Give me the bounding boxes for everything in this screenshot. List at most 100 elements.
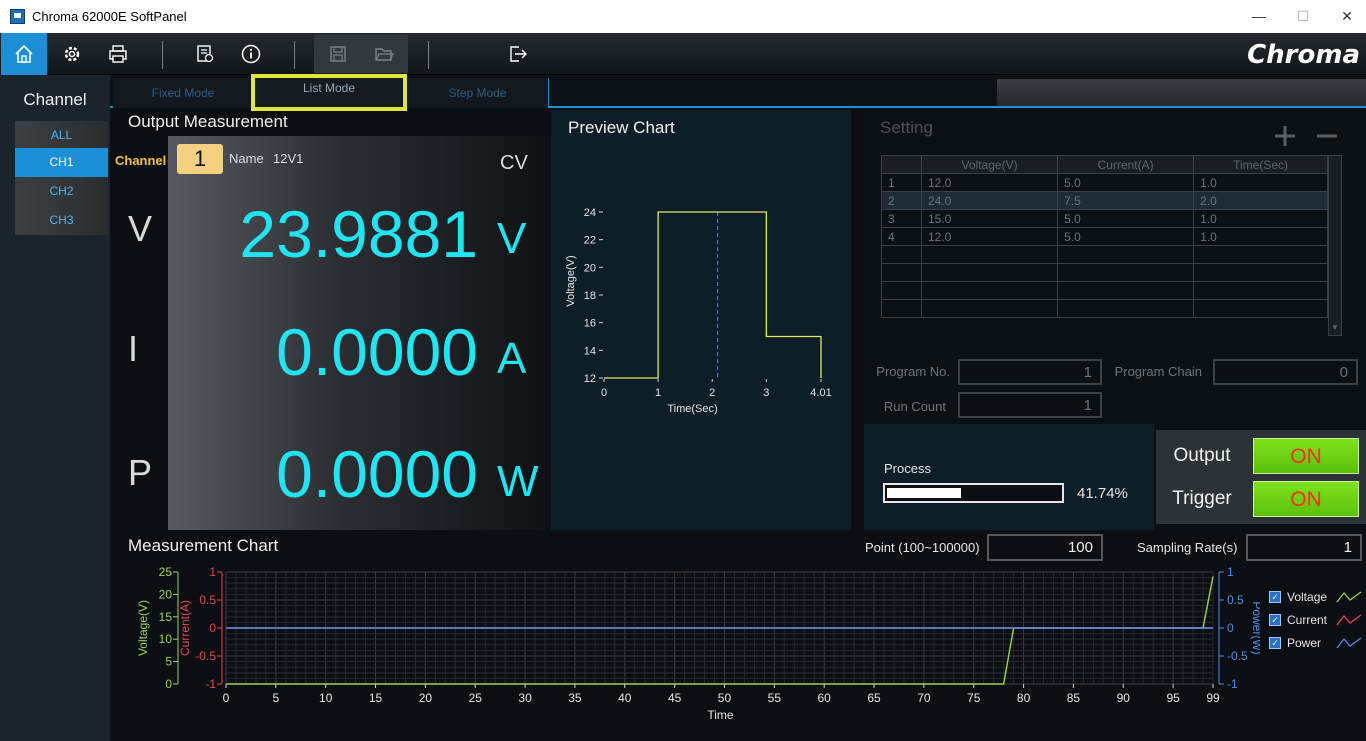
open-folder-icon bbox=[375, 48, 395, 61]
table-cell[interactable]: 3 bbox=[881, 209, 922, 228]
minimize-button[interactable]: — bbox=[1244, 6, 1274, 26]
info-button[interactable] bbox=[228, 33, 274, 75]
table-cell[interactable]: 1.0 bbox=[1193, 227, 1328, 246]
sidebar-item-ch3[interactable]: CH3 bbox=[15, 206, 108, 235]
table-scrollbar[interactable] bbox=[1328, 155, 1342, 336]
exit-icon bbox=[510, 46, 527, 62]
table-cell[interactable]: 1 bbox=[881, 173, 922, 192]
current-checkbox[interactable]: ✓ bbox=[1269, 614, 1281, 626]
table-cell[interactable] bbox=[1193, 245, 1328, 264]
table-cell[interactable]: 1.0 bbox=[1193, 173, 1328, 192]
process-percent: 41.74% bbox=[1077, 485, 1128, 502]
tab-list-mode[interactable]: List Mode bbox=[251, 74, 407, 111]
run-count-label: Run Count bbox=[883, 399, 946, 414]
close-button[interactable]: ✕ bbox=[1332, 6, 1362, 26]
table-cell[interactable]: 5.0 bbox=[1057, 209, 1195, 228]
info-icon bbox=[241, 44, 261, 64]
table-cell[interactable]: 2.0 bbox=[1193, 191, 1328, 210]
x-tick-label: 85 bbox=[1067, 691, 1081, 705]
minus-icon[interactable] bbox=[1315, 124, 1339, 148]
y-tick-label: 0.5 bbox=[199, 593, 216, 607]
scroll-down-icon[interactable]: ▼ bbox=[1331, 323, 1339, 332]
name-label: Name bbox=[229, 151, 264, 166]
sidebar-item-ch1[interactable]: CH1 bbox=[15, 148, 108, 177]
y-tick-label: 14 bbox=[584, 345, 596, 357]
plus-icon[interactable] bbox=[1273, 124, 1297, 148]
channel-label: Channel bbox=[115, 153, 167, 168]
legend-power-label: Power bbox=[1287, 636, 1322, 650]
table-cell[interactable]: 7.5 bbox=[1057, 191, 1195, 210]
table-row[interactable]: 2 24.0 7.5 2.0 bbox=[881, 191, 1328, 210]
open-button[interactable] bbox=[361, 33, 407, 75]
table-cell[interactable]: 1.0 bbox=[1193, 209, 1328, 228]
current-row-label: I bbox=[128, 328, 139, 369]
program-chain-field[interactable]: 0 bbox=[1213, 359, 1358, 385]
x-tick-label: 2 bbox=[709, 387, 715, 399]
program-no-field[interactable]: 1 bbox=[958, 359, 1102, 385]
table-cell[interactable]: 2 bbox=[881, 191, 922, 210]
home-button[interactable] bbox=[1, 33, 47, 75]
output-toggle-button[interactable]: ON bbox=[1253, 438, 1359, 474]
measurement-chart: 0 5 10 15 20 25 30 35 40 45 50 55 60 65 70 75 80 85 90 95 99… bbox=[136, 565, 1260, 722]
table-cell[interactable]: 4 bbox=[881, 227, 922, 246]
x-tick-label: 10 bbox=[319, 691, 333, 705]
table-cell[interactable] bbox=[1057, 263, 1195, 282]
toolbar: Chroma bbox=[0, 33, 1366, 75]
table-row[interactable]: 4 12.0 5.0 1.0 bbox=[881, 227, 1328, 246]
table-row[interactable] bbox=[881, 263, 1328, 282]
sampling-rate-input[interactable]: 1 bbox=[1246, 534, 1362, 561]
table-cell[interactable] bbox=[881, 281, 922, 300]
table-row[interactable]: 1 12.0 5.0 1.0 bbox=[881, 173, 1328, 192]
power-checkbox[interactable]: ✓ bbox=[1269, 637, 1281, 649]
save-button[interactable] bbox=[315, 33, 361, 75]
sidebar-item-all[interactable]: ALL bbox=[15, 121, 108, 150]
x-tick-label: 0 bbox=[601, 387, 607, 399]
maximize-button[interactable]: ☐ bbox=[1288, 6, 1318, 26]
table-cell[interactable]: 5.0 bbox=[1057, 227, 1195, 246]
toolbar-separator bbox=[162, 41, 163, 69]
table-cell[interactable]: 12.0 bbox=[920, 227, 1059, 246]
table-cell[interactable] bbox=[881, 245, 922, 264]
table-cell[interactable] bbox=[1057, 245, 1195, 264]
table-cell[interactable] bbox=[881, 263, 922, 282]
report-button[interactable] bbox=[182, 33, 228, 75]
table-cell[interactable] bbox=[920, 281, 1059, 300]
table-cell[interactable]: 12.0 bbox=[920, 173, 1059, 192]
table-cell[interactable]: 15.0 bbox=[920, 209, 1059, 228]
y-tick-label: 24 bbox=[584, 207, 596, 219]
table-cell[interactable] bbox=[1193, 281, 1328, 300]
table-cell[interactable]: 24.0 bbox=[920, 191, 1059, 210]
table-cell[interactable]: 5.0 bbox=[1057, 173, 1195, 192]
sidebar-item-ch2[interactable]: CH2 bbox=[15, 177, 108, 206]
legend-voltage-label: Voltage bbox=[1287, 590, 1328, 604]
trigger-toggle-button[interactable]: ON bbox=[1253, 481, 1359, 517]
y-tick-label: 1 bbox=[1227, 565, 1234, 579]
x-tick-label: 25 bbox=[469, 691, 483, 705]
print-button[interactable] bbox=[95, 33, 141, 75]
table-cell[interactable] bbox=[920, 299, 1059, 318]
table-row[interactable] bbox=[881, 281, 1328, 300]
table-row[interactable]: 3 15.0 5.0 1.0 bbox=[881, 209, 1328, 228]
voltage-checkbox[interactable]: ✓ bbox=[1269, 591, 1281, 603]
settings-button[interactable] bbox=[49, 33, 95, 75]
table-cell[interactable] bbox=[920, 263, 1059, 282]
x-tick-label: 5 bbox=[273, 691, 280, 705]
y-tick-label: 10 bbox=[159, 632, 173, 646]
table-cell[interactable] bbox=[881, 299, 922, 318]
channel-title: Channel bbox=[23, 90, 87, 109]
table-cell[interactable] bbox=[920, 245, 1059, 264]
y-tick-label: 0 bbox=[165, 677, 172, 691]
point-input[interactable]: 100 bbox=[987, 534, 1103, 561]
run-count-field[interactable]: 1 bbox=[958, 392, 1102, 418]
table-cell[interactable] bbox=[1057, 299, 1195, 318]
exit-button[interactable] bbox=[495, 33, 541, 75]
table-cell[interactable] bbox=[1193, 263, 1328, 282]
table-cell[interactable] bbox=[1193, 299, 1328, 318]
tab-step-mode[interactable]: Step Mode bbox=[407, 78, 549, 108]
setting-table[interactable]: Voltage(V) Current(A) Time(Sec) 1 12.0 5.0 1.… bbox=[881, 155, 1328, 318]
table-row[interactable] bbox=[881, 245, 1328, 264]
point-label: Point (100~100000) bbox=[865, 540, 980, 555]
table-cell[interactable] bbox=[1057, 281, 1195, 300]
table-row[interactable] bbox=[881, 299, 1328, 318]
tab-fixed-mode[interactable]: Fixed Mode bbox=[113, 78, 253, 108]
